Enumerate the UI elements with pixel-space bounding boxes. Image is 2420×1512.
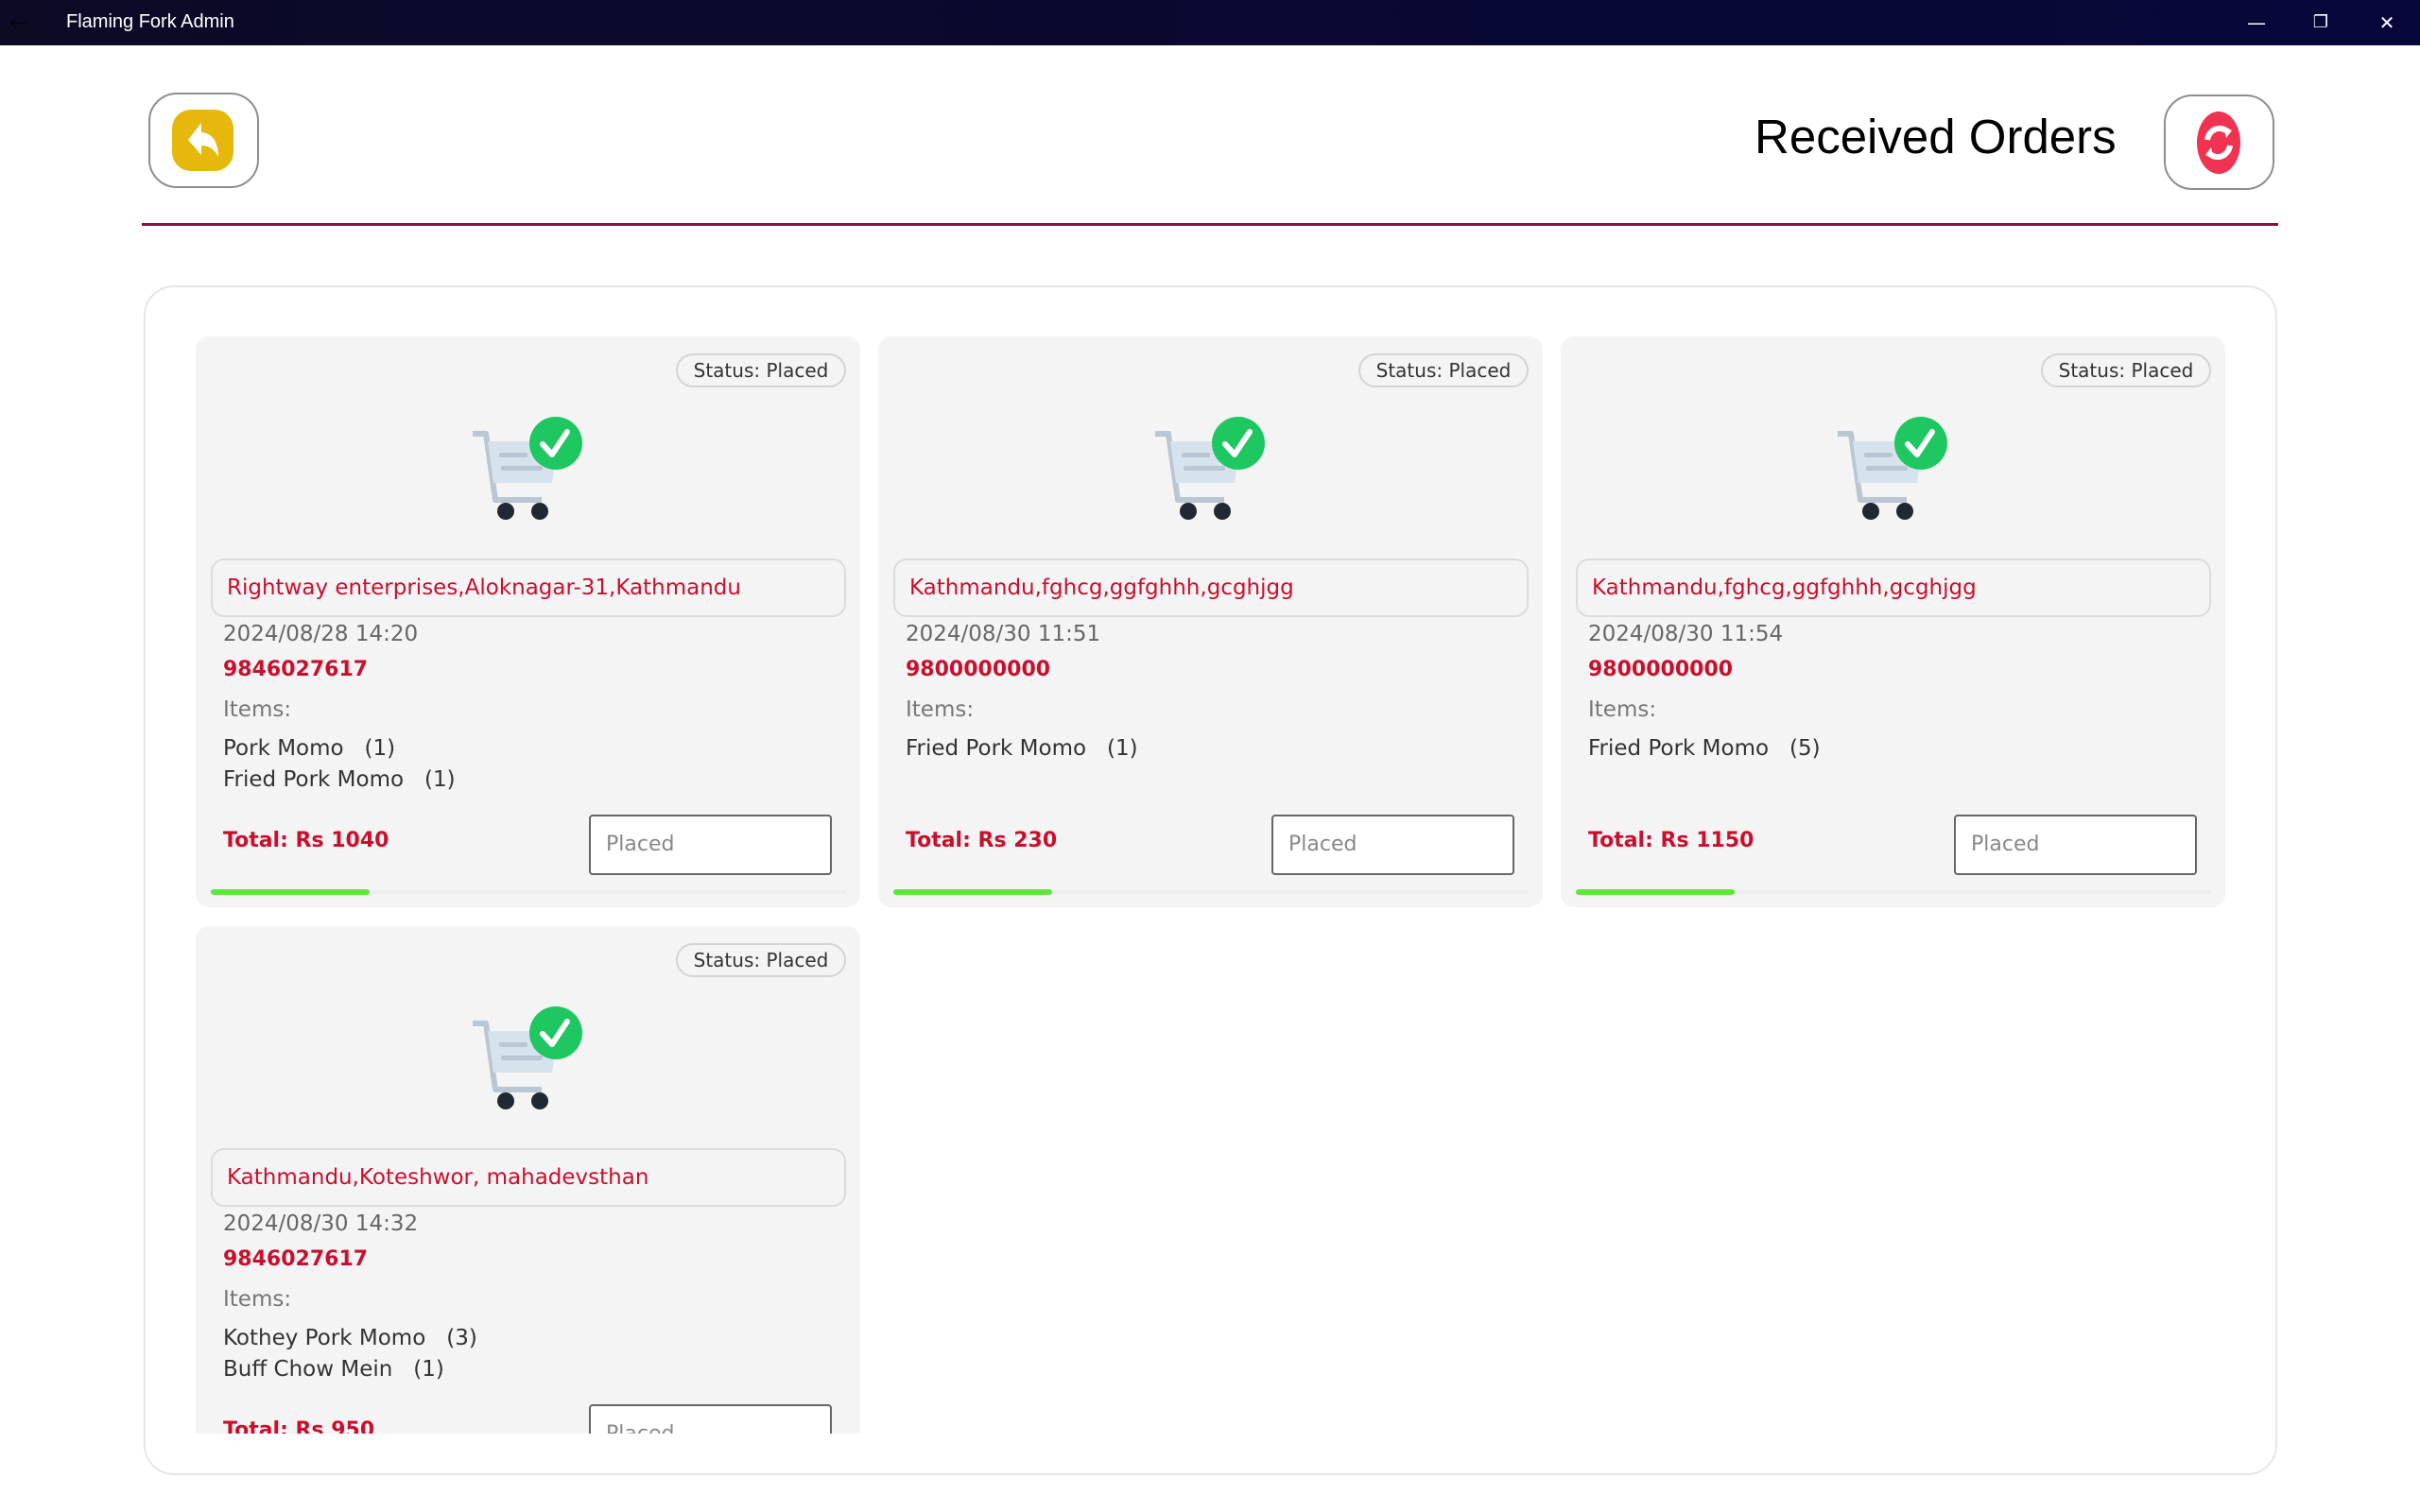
- order-item: Kothey Pork Momo (3): [223, 1326, 477, 1350]
- order-item: Fried Pork Momo (1): [223, 767, 456, 792]
- status-dropdown[interactable]: Placed: [1271, 815, 1514, 875]
- order-card: Status: Placed Kathmandu,Koteshwor, maha…: [196, 926, 860, 1434]
- order-date: 2024/08/30 11:54: [1588, 622, 1784, 646]
- orders-list[interactable]: Status: Placed Rightway enterprises,Alok…: [196, 336, 2238, 1434]
- item-name: Fried Pork Momo: [223, 767, 405, 792]
- page-title: Received Orders: [1754, 110, 2117, 163]
- order-phone: 9800000000: [1588, 658, 1734, 681]
- window-title: Flaming Fork Admin: [66, 11, 234, 32]
- item-qty: (1): [1107, 736, 1138, 761]
- order-total: Total: Rs 230: [906, 829, 1058, 852]
- order-total: Total: Rs 950: [223, 1418, 375, 1434]
- order-date: 2024/08/28 14:20: [223, 622, 419, 646]
- minimize-button[interactable]: —: [2233, 6, 2280, 40]
- status-badge: Status: Placed: [2041, 353, 2211, 387]
- order-total: Total: Rs 1150: [1588, 829, 1754, 852]
- back-arrow-icon[interactable]: ←: [9, 9, 36, 36]
- item-name: Buff Chow Mein: [223, 1357, 393, 1382]
- items-label: Items:: [223, 697, 292, 722]
- cart-check-icon: [473, 417, 582, 520]
- refresh-button[interactable]: [2164, 94, 2274, 190]
- order-phone: 9800000000: [906, 658, 1051, 681]
- items-label: Items:: [1588, 697, 1657, 722]
- cart-check-icon: [1838, 417, 1947, 520]
- order-address: Kathmandu,fghcg,ggfghhh,gcghjgg: [1576, 558, 2211, 617]
- header-divider: [142, 223, 2278, 226]
- items-label: Items:: [906, 697, 975, 722]
- title-bar: ← Flaming Fork Admin — ❐ ✕: [0, 0, 2420, 45]
- progress-bar: [1576, 889, 1735, 895]
- status-badge: Status: Placed: [676, 353, 846, 387]
- item-name: Fried Pork Momo: [906, 736, 1087, 761]
- item-qty: (1): [413, 1357, 444, 1382]
- order-address: Kathmandu,fghcg,ggfghhh,gcghjgg: [893, 558, 1529, 617]
- item-qty: (1): [424, 767, 456, 792]
- cart-check-icon: [1155, 417, 1265, 520]
- order-date: 2024/08/30 11:51: [906, 622, 1101, 646]
- order-address: Kathmandu,Koteshwor, mahadevsthan: [211, 1148, 846, 1207]
- order-card: Status: Placed Rightway enterprises,Alok…: [196, 336, 860, 907]
- item-qty: (3): [446, 1326, 477, 1350]
- order-card: Status: Placed Kathmandu,fghcg,ggfghhh,g…: [878, 336, 1543, 907]
- item-name: Pork Momo: [223, 736, 344, 761]
- close-button[interactable]: ✕: [2363, 6, 2411, 40]
- status-dropdown[interactable]: Placed: [1954, 815, 2197, 875]
- back-arrow-icon: [172, 110, 233, 171]
- item-qty: (5): [1789, 736, 1821, 761]
- restore-button[interactable]: ❐: [2297, 6, 2344, 40]
- items-label: Items:: [223, 1287, 292, 1312]
- order-item: Fried Pork Momo (5): [1588, 736, 1821, 761]
- item-name: Fried Pork Momo: [1588, 736, 1770, 761]
- progress-bar: [893, 889, 1052, 895]
- refresh-icon: [2197, 112, 2240, 174]
- item-name: Kothey Pork Momo: [223, 1326, 426, 1350]
- status-badge: Status: Placed: [676, 943, 846, 977]
- item-qty: (1): [364, 736, 396, 761]
- order-card: Status: Placed Kathmandu,fghcg,ggfghhh,g…: [1561, 336, 2225, 907]
- order-phone: 9846027617: [223, 658, 369, 681]
- progress-bar: [211, 889, 370, 895]
- status-dropdown[interactable]: Placed: [589, 1404, 832, 1434]
- order-address: Rightway enterprises,Aloknagar-31,Kathma…: [211, 558, 846, 617]
- order-date: 2024/08/30 14:32: [223, 1211, 419, 1236]
- order-item: Fried Pork Momo (1): [906, 736, 1138, 761]
- order-item: Pork Momo (1): [223, 736, 395, 761]
- status-dropdown[interactable]: Placed: [589, 815, 832, 875]
- order-item: Buff Chow Mein (1): [223, 1357, 444, 1382]
- order-total: Total: Rs 1040: [223, 829, 389, 852]
- order-phone: 9846027617: [223, 1247, 369, 1271]
- cart-check-icon: [473, 1006, 582, 1109]
- status-badge: Status: Placed: [1358, 353, 1529, 387]
- back-button[interactable]: [148, 93, 259, 188]
